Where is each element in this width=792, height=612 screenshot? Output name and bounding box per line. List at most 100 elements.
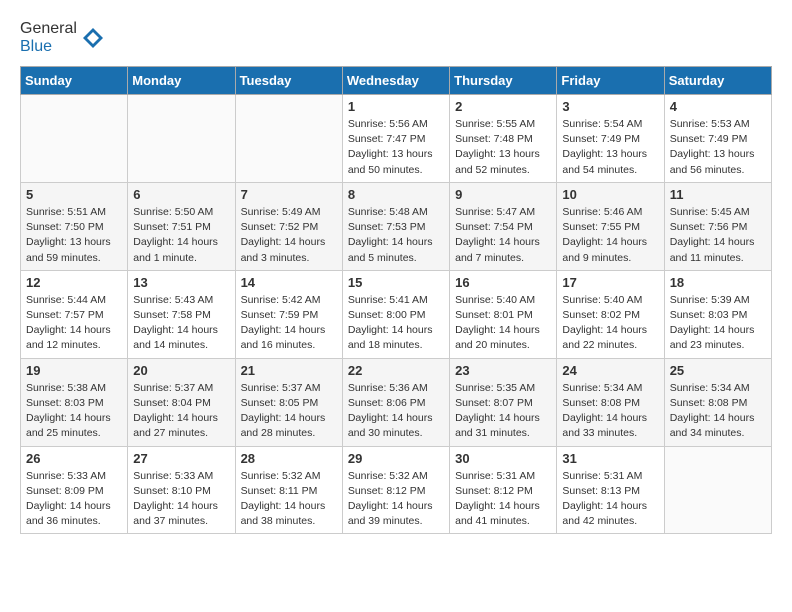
calendar-cell: 25 Sunrise: 5:34 AM Sunset: 8:08 PM Dayli… — [664, 358, 771, 446]
day-number: 28 — [241, 451, 337, 466]
cell-content: Sunrise: 5:49 AM Sunset: 7:52 PM Dayligh… — [241, 205, 337, 266]
calendar-week-row: 5 Sunrise: 5:51 AM Sunset: 7:50 PM Daylig… — [21, 182, 772, 270]
cell-content: Sunrise: 5:32 AM Sunset: 8:11 PM Dayligh… — [241, 469, 337, 530]
cell-content: Sunrise: 5:37 AM Sunset: 8:04 PM Dayligh… — [133, 381, 229, 442]
day-number: 18 — [670, 275, 766, 290]
day-number: 29 — [348, 451, 444, 466]
calendar-week-row: 12 Sunrise: 5:44 AM Sunset: 7:57 PM Dayli… — [21, 270, 772, 358]
cell-content: Sunrise: 5:41 AM Sunset: 8:00 PM Dayligh… — [348, 293, 444, 354]
calendar-cell: 16 Sunrise: 5:40 AM Sunset: 8:01 PM Dayli… — [450, 270, 557, 358]
calendar-cell: 24 Sunrise: 5:34 AM Sunset: 8:08 PM Dayli… — [557, 358, 664, 446]
cell-content: Sunrise: 5:56 AM Sunset: 7:47 PM Dayligh… — [348, 117, 444, 178]
weekday-header: Friday — [557, 67, 664, 95]
cell-content: Sunrise: 5:37 AM Sunset: 8:05 PM Dayligh… — [241, 381, 337, 442]
weekday-header: Monday — [128, 67, 235, 95]
calendar-week-row: 1Sunrise: 5:56 AM Sunset: 7:47 PM Daylig… — [21, 95, 772, 183]
day-number: 6 — [133, 187, 229, 202]
day-number: 17 — [562, 275, 658, 290]
cell-content: Sunrise: 5:34 AM Sunset: 8:08 PM Dayligh… — [562, 381, 658, 442]
logo-icon — [79, 24, 107, 52]
cell-content: Sunrise: 5:53 AM Sunset: 7:49 PM Dayligh… — [670, 117, 766, 178]
logo-general: General — [20, 20, 77, 37]
weekday-header: Sunday — [21, 67, 128, 95]
calendar-cell: 14 Sunrise: 5:42 AM Sunset: 7:59 PM Dayli… — [235, 270, 342, 358]
day-number: 20 — [133, 363, 229, 378]
cell-content: Sunrise: 5:44 AM Sunset: 7:57 PM Dayligh… — [26, 293, 122, 354]
cell-content: Sunrise: 5:46 AM Sunset: 7:55 PM Dayligh… — [562, 205, 658, 266]
calendar-cell: 22Sunrise: 5:36 AM Sunset: 8:06 PM Dayli… — [342, 358, 449, 446]
logo: General Blue — [20, 20, 107, 56]
calendar-cell: 19 Sunrise: 5:38 AM Sunset: 8:03 PM Dayli… — [21, 358, 128, 446]
calendar-cell: 18 Sunrise: 5:39 AM Sunset: 8:03 PM Dayli… — [664, 270, 771, 358]
cell-content: Sunrise: 5:31 AM Sunset: 8:12 PM Dayligh… — [455, 469, 551, 530]
calendar-cell: 10 Sunrise: 5:46 AM Sunset: 7:55 PM Dayli… — [557, 182, 664, 270]
cell-content: Sunrise: 5:42 AM Sunset: 7:59 PM Dayligh… — [241, 293, 337, 354]
cell-content: Sunrise: 5:34 AM Sunset: 8:08 PM Dayligh… — [670, 381, 766, 442]
day-number: 21 — [241, 363, 337, 378]
calendar-cell: 26 Sunrise: 5:33 AM Sunset: 8:09 PM Dayli… — [21, 446, 128, 534]
cell-content: Sunrise: 5:35 AM Sunset: 8:07 PM Dayligh… — [455, 381, 551, 442]
logo-blue: Blue — [20, 38, 52, 55]
calendar-cell — [128, 95, 235, 183]
calendar-cell: 5 Sunrise: 5:51 AM Sunset: 7:50 PM Daylig… — [21, 182, 128, 270]
calendar-cell: 27 Sunrise: 5:33 AM Sunset: 8:10 PM Dayli… — [128, 446, 235, 534]
calendar-table: SundayMondayTuesdayWednesdayThursdayFrid… — [20, 66, 772, 534]
calendar-cell — [21, 95, 128, 183]
day-number: 10 — [562, 187, 658, 202]
weekday-header: Wednesday — [342, 67, 449, 95]
day-number: 25 — [670, 363, 766, 378]
calendar-cell: 9 Sunrise: 5:47 AM Sunset: 7:54 PM Daylig… — [450, 182, 557, 270]
cell-content: Sunrise: 5:51 AM Sunset: 7:50 PM Dayligh… — [26, 205, 122, 266]
cell-content: Sunrise: 5:39 AM Sunset: 8:03 PM Dayligh… — [670, 293, 766, 354]
cell-content: Sunrise: 5:55 AM Sunset: 7:48 PM Dayligh… — [455, 117, 551, 178]
weekday-header: Thursday — [450, 67, 557, 95]
calendar-cell: 7 Sunrise: 5:49 AM Sunset: 7:52 PM Daylig… — [235, 182, 342, 270]
day-number: 24 — [562, 363, 658, 378]
calendar-cell: 30 Sunrise: 5:31 AM Sunset: 8:12 PM Dayli… — [450, 446, 557, 534]
cell-content: Sunrise: 5:40 AM Sunset: 8:01 PM Dayligh… — [455, 293, 551, 354]
cell-content: Sunrise: 5:40 AM Sunset: 8:02 PM Dayligh… — [562, 293, 658, 354]
day-number: 30 — [455, 451, 551, 466]
cell-content: Sunrise: 5:33 AM Sunset: 8:10 PM Dayligh… — [133, 469, 229, 530]
day-number: 27 — [133, 451, 229, 466]
cell-content: Sunrise: 5:33 AM Sunset: 8:09 PM Dayligh… — [26, 469, 122, 530]
day-number: 16 — [455, 275, 551, 290]
calendar-cell: 23Sunrise: 5:35 AM Sunset: 8:07 PM Dayli… — [450, 358, 557, 446]
cell-content: Sunrise: 5:54 AM Sunset: 7:49 PM Dayligh… — [562, 117, 658, 178]
weekday-row: SundayMondayTuesdayWednesdayThursdayFrid… — [21, 67, 772, 95]
calendar-cell: 13Sunrise: 5:43 AM Sunset: 7:58 PM Dayli… — [128, 270, 235, 358]
day-number: 14 — [241, 275, 337, 290]
calendar-header: SundayMondayTuesdayWednesdayThursdayFrid… — [21, 67, 772, 95]
calendar-cell: 12 Sunrise: 5:44 AM Sunset: 7:57 PM Dayli… — [21, 270, 128, 358]
day-number: 2 — [455, 99, 551, 114]
day-number: 9 — [455, 187, 551, 202]
day-number: 3 — [562, 99, 658, 114]
day-number: 7 — [241, 187, 337, 202]
day-number: 5 — [26, 187, 122, 202]
calendar-cell — [664, 446, 771, 534]
day-number: 19 — [26, 363, 122, 378]
calendar-cell: 1Sunrise: 5:56 AM Sunset: 7:47 PM Daylig… — [342, 95, 449, 183]
day-number: 22 — [348, 363, 444, 378]
day-number: 15 — [348, 275, 444, 290]
calendar-week-row: 19 Sunrise: 5:38 AM Sunset: 8:03 PM Dayli… — [21, 358, 772, 446]
weekday-header: Saturday — [664, 67, 771, 95]
calendar-cell — [235, 95, 342, 183]
logo-text: General Blue — [20, 20, 77, 56]
calendar-cell: 15 Sunrise: 5:41 AM Sunset: 8:00 PM Dayli… — [342, 270, 449, 358]
cell-content: Sunrise: 5:31 AM Sunset: 8:13 PM Dayligh… — [562, 469, 658, 530]
day-number: 26 — [26, 451, 122, 466]
day-number: 12 — [26, 275, 122, 290]
cell-content: Sunrise: 5:38 AM Sunset: 8:03 PM Dayligh… — [26, 381, 122, 442]
calendar-cell: 8 Sunrise: 5:48 AM Sunset: 7:53 PM Daylig… — [342, 182, 449, 270]
cell-content: Sunrise: 5:32 AM Sunset: 8:12 PM Dayligh… — [348, 469, 444, 530]
cell-content: Sunrise: 5:47 AM Sunset: 7:54 PM Dayligh… — [455, 205, 551, 266]
calendar-cell: 31 Sunrise: 5:31 AM Sunset: 8:13 PM Dayli… — [557, 446, 664, 534]
calendar-cell: 20 Sunrise: 5:37 AM Sunset: 8:04 PM Dayli… — [128, 358, 235, 446]
cell-content: Sunrise: 5:48 AM Sunset: 7:53 PM Dayligh… — [348, 205, 444, 266]
day-number: 8 — [348, 187, 444, 202]
day-number: 31 — [562, 451, 658, 466]
calendar-week-row: 26 Sunrise: 5:33 AM Sunset: 8:09 PM Dayli… — [21, 446, 772, 534]
day-number: 11 — [670, 187, 766, 202]
cell-content: Sunrise: 5:45 AM Sunset: 7:56 PM Dayligh… — [670, 205, 766, 266]
